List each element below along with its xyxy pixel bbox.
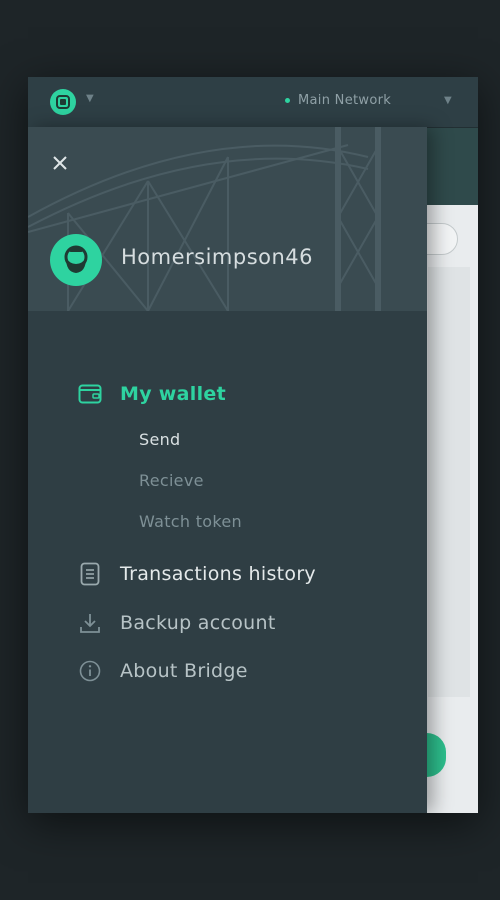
menu-item-label: Transactions history (120, 563, 316, 585)
submenu-item-send[interactable]: Send (139, 430, 181, 449)
navigation-drawer: Homersimpson46 My wallet Send Recieve Wa… (28, 127, 427, 813)
wallet-icon (77, 381, 103, 407)
network-label: Main Network (298, 93, 392, 108)
username: Homersimpson46 (121, 245, 314, 269)
submenu-item-receive[interactable]: Recieve (139, 471, 204, 490)
menu-item-about-bridge[interactable]: About Bridge (77, 658, 248, 684)
menu-item-transactions-history[interactable]: Transactions history (77, 561, 316, 587)
info-icon (77, 658, 103, 684)
account-avatar-icon[interactable] (50, 89, 76, 115)
menu-item-label: Backup account (120, 612, 276, 634)
submenu-item-watch-token[interactable]: Watch token (139, 512, 242, 531)
account-chevron-down-icon[interactable]: ▼ (86, 93, 94, 104)
menu-item-my-wallet[interactable]: My wallet (77, 381, 226, 407)
network-status-dot (285, 98, 290, 103)
network-chevron-down-icon[interactable]: ▼ (444, 95, 452, 106)
bridge-background-image (28, 127, 381, 311)
network-selector[interactable]: Main Network (285, 93, 391, 108)
menu-item-label: My wallet (120, 383, 226, 405)
menu-item-label: About Bridge (120, 660, 248, 682)
document-icon (77, 561, 103, 587)
drawer-header: Homersimpson46 (28, 127, 427, 311)
app-window: ▼ Main Network ▼ Homersimpson46 My walle… (28, 77, 478, 813)
close-icon[interactable] (52, 155, 68, 171)
user-avatar[interactable] (50, 234, 102, 286)
bearded-man-icon (64, 245, 88, 273)
download-icon (77, 610, 103, 636)
top-bar: ▼ Main Network ▼ (28, 77, 478, 128)
menu-item-backup-account[interactable]: Backup account (77, 610, 276, 636)
background-card (428, 267, 470, 697)
